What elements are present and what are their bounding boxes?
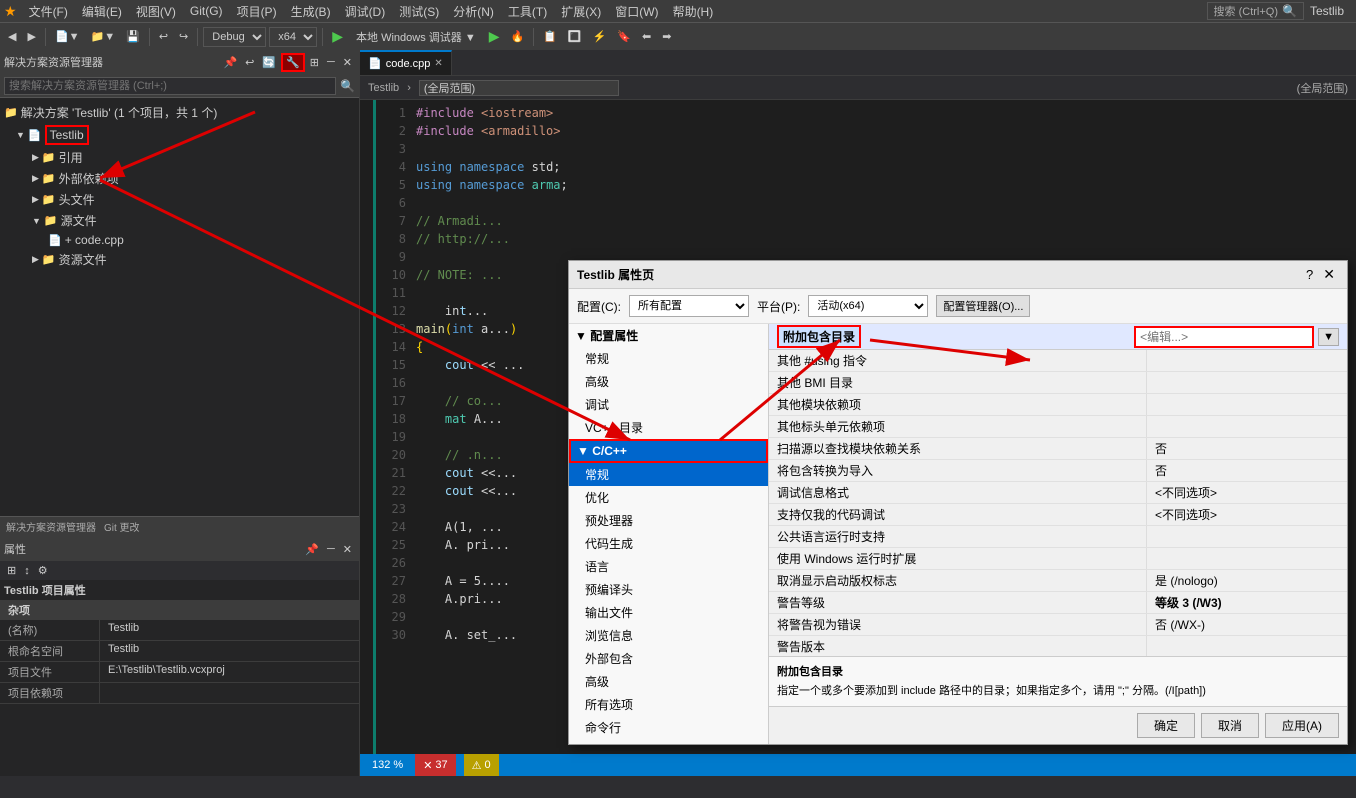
dialog-body: ▼ 配置属性 常规 高级 调试 VC++ 目录 ▼ C/C++ 常规 优化 预处… xyxy=(569,324,1347,744)
dialog-title-btns: ? ✕ xyxy=(1302,266,1339,283)
dialog-buttons: 确定 取消 应用(A) xyxy=(769,706,1347,744)
prop-row-0: 其他 #using 指令 xyxy=(769,350,1347,372)
prop-key-8: 公共语言运行时支持 xyxy=(769,526,1147,547)
prop-val-13 xyxy=(1147,636,1347,656)
prop-key-7: 支持仅我的代码调试 xyxy=(769,504,1147,525)
dialog-title: Testlib 属性页 xyxy=(577,266,654,283)
tree-cpp-section[interactable]: ▼ C/C++ xyxy=(569,439,768,463)
prop-row-13: 警告版本 xyxy=(769,636,1347,656)
tree-output[interactable]: 输出文件 xyxy=(569,601,768,624)
prop-key-5: 将包含转换为导入 xyxy=(769,460,1147,481)
prop-val-1 xyxy=(1147,372,1347,393)
cancel-btn[interactable]: 取消 xyxy=(1201,713,1259,738)
prop-row-6: 调试信息格式 <不同选项> xyxy=(769,482,1347,504)
props-header-controls: ▼ xyxy=(1134,326,1339,348)
edit-value-input[interactable] xyxy=(1134,326,1314,348)
prop-val-5: 否 xyxy=(1147,460,1347,481)
config-label: 配置(C): xyxy=(577,298,621,315)
tree-general1[interactable]: 常规 xyxy=(569,347,768,370)
dialog-props-header: 附加包含目录 ▼ xyxy=(769,324,1347,350)
tree-language[interactable]: 语言 xyxy=(569,555,768,578)
tree-cmdline[interactable]: 命令行 xyxy=(569,716,768,739)
prop-key-2: 其他模块依赖项 xyxy=(769,394,1147,415)
tree-browse[interactable]: 浏览信息 xyxy=(569,624,768,647)
dropdown-btn[interactable]: ▼ xyxy=(1318,328,1339,346)
tree-pch[interactable]: 预编译头 xyxy=(569,578,768,601)
tree-general2[interactable]: 常规 xyxy=(569,463,768,486)
prop-val-9 xyxy=(1147,548,1347,569)
dialog-titlebar: Testlib 属性页 ? ✕ xyxy=(569,261,1347,289)
prop-val-4: 否 xyxy=(1147,438,1347,459)
tree-vc[interactable]: VC++ 目录 xyxy=(569,416,768,439)
config-manager-btn[interactable]: 配置管理器(O)... xyxy=(936,295,1030,317)
prop-key-10: 取消显示启动版权标志 xyxy=(769,570,1147,591)
props-dialog: Testlib 属性页 ? ✕ 配置(C): 所有配置 平台(P): 活动(x6… xyxy=(568,260,1348,745)
prop-key-4: 扫描源以查找模块依赖关系 xyxy=(769,438,1147,459)
dialog-props-list: 其他 #using 指令 其他 BMI 目录 其他模块依赖项 其他标头单元依赖项 xyxy=(769,350,1347,656)
tree-codegen[interactable]: 代码生成 xyxy=(569,532,768,555)
prop-val-6: <不同选项> xyxy=(1147,482,1347,503)
platform-label: 平台(P): xyxy=(757,298,800,315)
prop-row-5: 将包含转换为导入 否 xyxy=(769,460,1347,482)
prop-val-12: 否 (/WX-) xyxy=(1147,614,1347,635)
prop-val-10: 是 (/nologo) xyxy=(1147,570,1347,591)
tree-advanced2[interactable]: 高级 xyxy=(569,670,768,693)
prop-val-3 xyxy=(1147,416,1347,437)
prop-row-1: 其他 BMI 目录 xyxy=(769,372,1347,394)
prop-key-11: 警告等级 xyxy=(769,592,1147,613)
platform-select-dialog[interactable]: 活动(x64) xyxy=(808,295,928,317)
footer-desc-title: 附加包含目录 xyxy=(777,663,1339,679)
tree-all-opts[interactable]: 所有选项 xyxy=(569,693,768,716)
config-select[interactable]: 所有配置 xyxy=(629,295,749,317)
dialog-config-bar: 配置(C): 所有配置 平台(P): 活动(x64) 配置管理器(O)... xyxy=(569,289,1347,324)
tree-external[interactable]: 外部包含 xyxy=(569,647,768,670)
footer-desc-text: 指定一个或多个要添加到 include 路径中的目录；如果指定多个，请用 ";"… xyxy=(777,682,1339,698)
tree-preprocessor[interactable]: 预处理器 xyxy=(569,509,768,532)
prop-key-12: 将警告视为错误 xyxy=(769,614,1147,635)
tree-config-props[interactable]: ▼ 配置属性 xyxy=(569,324,768,347)
dialog-props-area: 附加包含目录 ▼ 其他 #using 指令 其他 BMI 目录 xyxy=(769,324,1347,744)
dialog-tree: ▼ 配置属性 常规 高级 调试 VC++ 目录 ▼ C/C++ 常规 优化 预处… xyxy=(569,324,769,744)
tree-advanced1[interactable]: 高级 xyxy=(569,370,768,393)
dialog-help-btn[interactable]: ? xyxy=(1302,266,1317,283)
prop-key-9: 使用 Windows 运行时扩展 xyxy=(769,548,1147,569)
prop-key-0: 其他 #using 指令 xyxy=(769,350,1147,371)
prop-key-13: 警告版本 xyxy=(769,636,1147,656)
prop-row-4: 扫描源以查找模块依赖关系 否 xyxy=(769,438,1347,460)
prop-key-1: 其他 BMI 目录 xyxy=(769,372,1147,393)
prop-row-12: 将警告视为错误 否 (/WX-) xyxy=(769,614,1347,636)
prop-row-8: 公共语言运行时支持 xyxy=(769,526,1347,548)
prop-val-0 xyxy=(1147,350,1347,371)
prop-row-7: 支持仅我的代码调试 <不同选项> xyxy=(769,504,1347,526)
dialog-overlay: Testlib 属性页 ? ✕ 配置(C): 所有配置 平台(P): 活动(x6… xyxy=(0,0,1356,798)
prop-row-2: 其他模块依赖项 xyxy=(769,394,1347,416)
prop-val-7: <不同选项> xyxy=(1147,504,1347,525)
prop-key-6: 调试信息格式 xyxy=(769,482,1147,503)
dialog-close-btn[interactable]: ✕ xyxy=(1319,266,1339,283)
tree-linker[interactable]: ▶ 链接器 xyxy=(569,739,768,744)
prop-val-2 xyxy=(1147,394,1347,415)
props-header-title: 附加包含目录 xyxy=(777,325,861,348)
apply-btn[interactable]: 应用(A) xyxy=(1265,713,1339,738)
prop-val-8 xyxy=(1147,526,1347,547)
ok-btn[interactable]: 确定 xyxy=(1137,713,1195,738)
prop-row-10: 取消显示启动版权标志 是 (/nologo) xyxy=(769,570,1347,592)
prop-row-9: 使用 Windows 运行时扩展 xyxy=(769,548,1347,570)
tree-optimize[interactable]: 优化 xyxy=(569,486,768,509)
tree-debug[interactable]: 调试 xyxy=(569,393,768,416)
prop-val-11: 等级 3 (/W3) xyxy=(1147,592,1347,613)
prop-row-3: 其他标头单元依赖项 xyxy=(769,416,1347,438)
prop-key-3: 其他标头单元依赖项 xyxy=(769,416,1147,437)
prop-row-11: 警告等级 等级 3 (/W3) xyxy=(769,592,1347,614)
dialog-footer-desc: 附加包含目录 指定一个或多个要添加到 include 路径中的目录；如果指定多个… xyxy=(769,656,1347,706)
